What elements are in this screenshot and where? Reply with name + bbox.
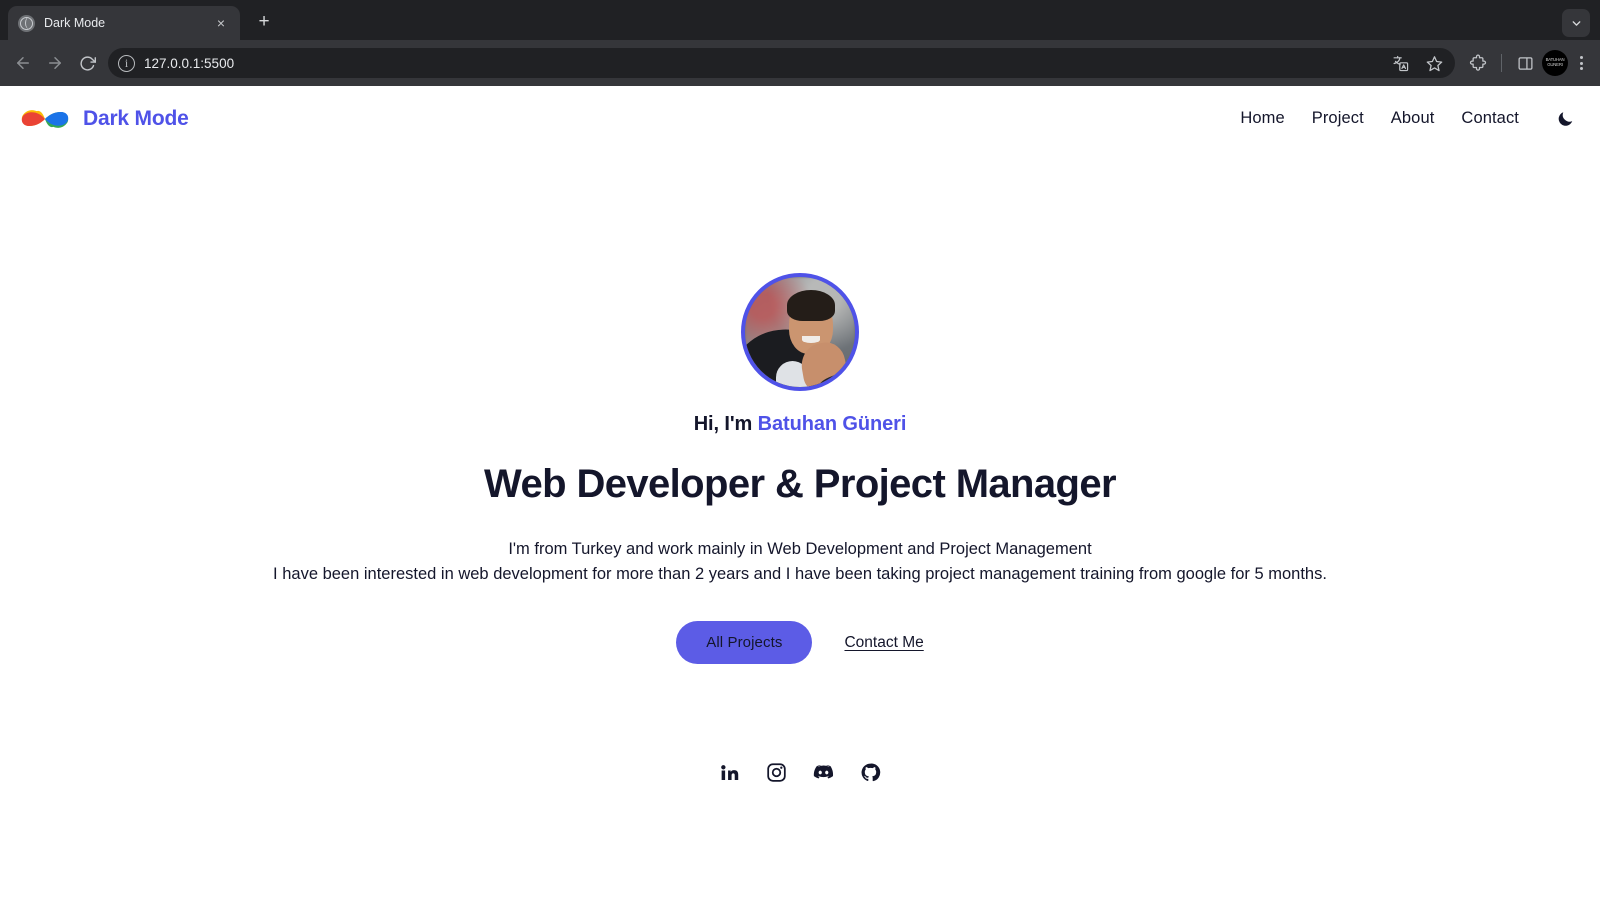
hero-section: Hi, I'm Batuhan Güneri Web Developer & P… — [0, 151, 1600, 784]
all-projects-button[interactable]: All Projects — [676, 621, 813, 665]
star-icon[interactable] — [1419, 48, 1449, 78]
close-icon[interactable]: × — [212, 14, 230, 32]
nav-item-contact[interactable]: Contact — [1461, 109, 1519, 128]
main-nav: Home Project About Contact — [1240, 106, 1578, 132]
linkedin-icon[interactable] — [718, 760, 742, 784]
puzzle-piece-icon[interactable] — [1463, 48, 1493, 78]
github-icon[interactable] — [859, 760, 883, 784]
greeting-prefix: Hi, I'm — [693, 413, 758, 435]
side-panel-icon[interactable] — [1510, 48, 1540, 78]
hero-paragraph: I'm from Turkey and work mainly in Web D… — [0, 537, 1600, 587]
tab-strip: Dark Mode × + — [0, 0, 1600, 40]
instagram-icon[interactable] — [765, 760, 789, 784]
page-title: Web Developer & Project Manager — [484, 462, 1117, 506]
address-bar[interactable]: i 127.0.0.1:5500 — [108, 48, 1455, 78]
cta-row: All Projects Contact Me — [0, 621, 1600, 665]
page-viewport: Dark Mode Home Project About Contact Hi,… — [0, 86, 1600, 900]
google-style-petals-logo — [20, 104, 70, 134]
reload-icon[interactable] — [72, 48, 102, 78]
avatar[interactable]: BATUHAN GUNERI — [1542, 50, 1568, 76]
hero-paragraph-line-1: I'm from Turkey and work mainly in Web D… — [508, 540, 1092, 558]
brand[interactable]: Dark Mode — [20, 104, 189, 134]
browser-toolbar: i 127.0.0.1:5500 BATUHAN GUNERI — [0, 40, 1600, 86]
browser-tab[interactable]: Dark Mode × — [8, 6, 240, 40]
social-links — [0, 760, 1600, 784]
arrow-left-icon[interactable] — [8, 48, 38, 78]
new-tab-button[interactable]: + — [250, 9, 278, 37]
profile-label: BATUHAN GUNERI — [1545, 57, 1565, 67]
greeting-name: Batuhan Güneri — [757, 413, 907, 435]
url-text: 127.0.0.1:5500 — [144, 55, 235, 71]
toolbar-divider — [1501, 54, 1502, 72]
nav-item-home[interactable]: Home — [1240, 109, 1284, 128]
globe-icon — [18, 14, 35, 32]
moon-icon[interactable] — [1552, 106, 1578, 132]
nav-item-about[interactable]: About — [1391, 109, 1435, 128]
arrow-right-icon[interactable] — [40, 48, 70, 78]
chevron-down-icon[interactable] — [1562, 9, 1590, 37]
kebab-menu-icon[interactable] — [1570, 52, 1592, 74]
tab-title: Dark Mode — [44, 16, 106, 30]
info-icon[interactable]: i — [118, 54, 135, 72]
contact-me-link[interactable]: Contact Me — [844, 634, 923, 652]
profile-photo — [741, 273, 859, 391]
nav-item-project[interactable]: Project — [1312, 109, 1364, 128]
brand-name: Dark Mode — [83, 106, 189, 130]
site-header: Dark Mode Home Project About Contact — [0, 86, 1600, 151]
discord-icon[interactable] — [812, 760, 836, 784]
translate-icon[interactable] — [1385, 48, 1415, 78]
greeting: Hi, I'm Batuhan Güneri — [0, 413, 1600, 436]
browser-window: Dark Mode × + i 127.0.0.1:5500 BATUHAN G… — [0, 0, 1600, 900]
hero-paragraph-line-2: I have been interested in web developmen… — [273, 565, 1327, 584]
